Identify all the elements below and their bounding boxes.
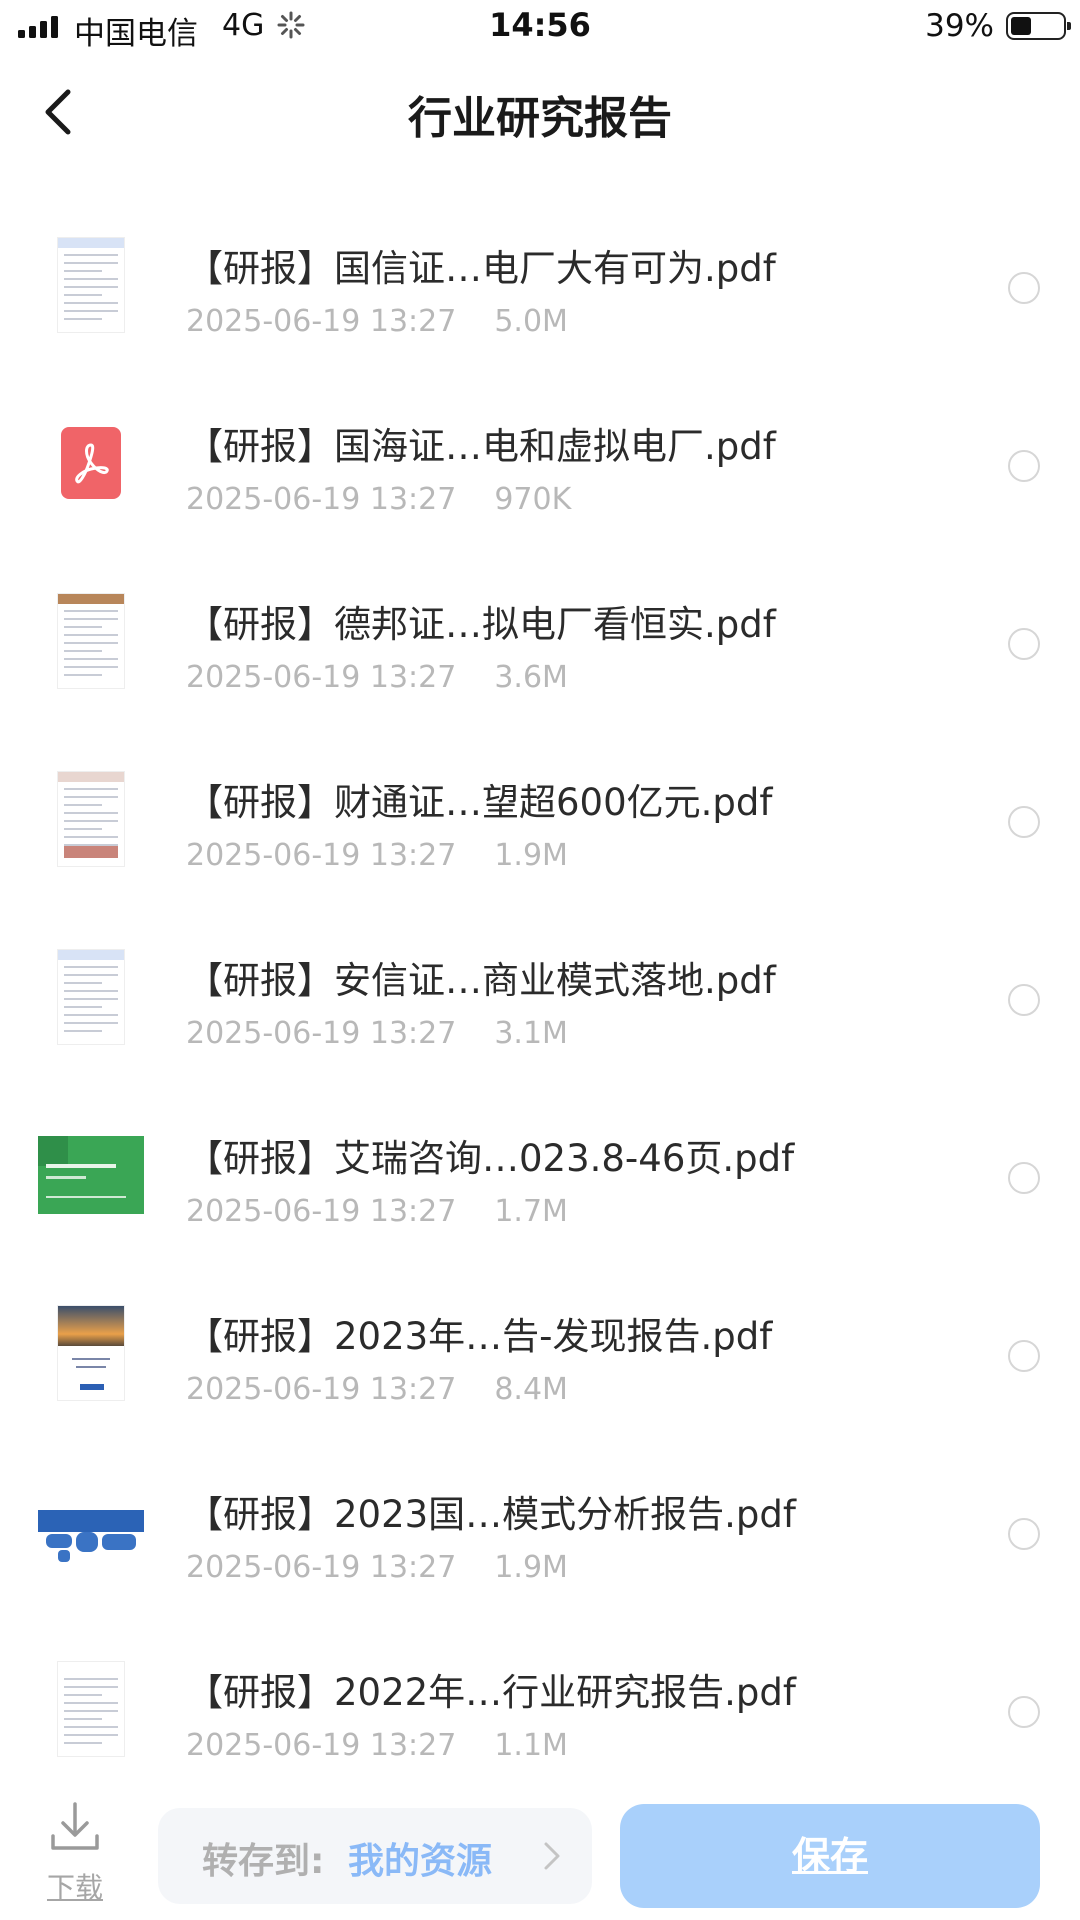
select-radio[interactable] [1008, 628, 1040, 660]
file-thumbnail [57, 1661, 125, 1757]
save-to-selector[interactable]: 转存到: 我的资源 [158, 1808, 592, 1904]
bottom-action-bar: 下载 转存到: 我的资源 保存 [0, 1790, 1080, 1920]
file-name: 【研报】2023年…告-发现报告.pdf [186, 1315, 773, 1358]
select-radio[interactable] [1008, 1518, 1040, 1550]
file-size: 1.1M [494, 1728, 568, 1763]
pdf-file-icon [61, 427, 121, 499]
file-row[interactable]: 【研报】财通证…望超600亿元.pdf 2025-06-19 13:27 1.9M [0, 734, 1080, 912]
file-row[interactable]: 【研报】安信证…商业模式落地.pdf 2025-06-19 13:27 3.1M [0, 912, 1080, 1090]
select-radio[interactable] [1008, 450, 1040, 482]
file-size: 1.7M [494, 1194, 568, 1229]
select-radio[interactable] [1008, 1340, 1040, 1372]
file-name: 【研报】安信证…商业模式落地.pdf [186, 959, 776, 1002]
battery-percent: 39% [925, 8, 994, 44]
select-radio[interactable] [1008, 806, 1040, 838]
file-thumbnail-wrapper [36, 408, 146, 518]
file-thumbnail [57, 593, 125, 689]
file-thumbnail-wrapper [36, 1298, 146, 1408]
save-to-label: 转存到: [202, 1841, 325, 1882]
nav-bar: 行业研究报告 [0, 60, 1080, 160]
file-thumbnail-wrapper [36, 230, 146, 340]
page-title: 行业研究报告 [408, 93, 672, 144]
file-meta: 2025-06-19 13:27 5.0M [186, 304, 568, 339]
file-meta: 2025-06-19 13:27 3.6M [186, 660, 568, 695]
file-name: 【研报】艾瑞咨询…023.8-46页.pdf [186, 1137, 795, 1180]
file-date: 2025-06-19 13:27 [186, 482, 457, 517]
file-name: 【研报】国信证…电厂大有可为.pdf [186, 247, 776, 290]
chevron-right-icon [544, 1842, 560, 1870]
file-thumbnail-wrapper [36, 942, 146, 1052]
file-size: 3.6M [494, 660, 568, 695]
file-meta: 2025-06-19 13:27 970K [186, 482, 571, 517]
file-name: 【研报】2022年…行业研究报告.pdf [186, 1671, 796, 1714]
file-date: 2025-06-19 13:27 [186, 1194, 457, 1229]
download-icon [51, 1802, 99, 1850]
clock: 14:56 [489, 6, 591, 44]
select-radio[interactable] [1008, 272, 1040, 304]
file-size: 8.4M [494, 1372, 568, 1407]
file-thumbnail [38, 1136, 144, 1214]
file-row[interactable]: 【研报】国信证…电厂大有可为.pdf 2025-06-19 13:27 5.0M [0, 200, 1080, 378]
file-list: 【研报】国信证…电厂大有可为.pdf 2025-06-19 13:27 5.0M 【研… [0, 200, 1080, 1802]
file-size: 5.0M [494, 304, 568, 339]
file-meta: 2025-06-19 13:27 1.9M [186, 838, 568, 873]
file-row[interactable]: 【研报】德邦证…拟电厂看恒实.pdf 2025-06-19 13:27 3.6M [0, 556, 1080, 734]
file-name: 【研报】国海证…电和虚拟电厂.pdf [186, 425, 776, 468]
file-meta: 2025-06-19 13:27 1.9M [186, 1550, 568, 1585]
file-date: 2025-06-19 13:27 [186, 660, 457, 695]
download-button[interactable]: 下载 [40, 1790, 110, 1910]
file-thumbnail-wrapper [36, 586, 146, 696]
file-meta: 2025-06-19 13:27 1.1M [186, 1728, 568, 1763]
select-radio[interactable] [1008, 1696, 1040, 1728]
file-row[interactable]: 【研报】2023国…模式分析报告.pdf 2025-06-19 13:27 1.9M [0, 1446, 1080, 1624]
file-meta: 2025-06-19 13:27 1.7M [186, 1194, 568, 1229]
file-row[interactable]: 【研报】国海证…电和虚拟电厂.pdf 2025-06-19 13:27 970K [0, 378, 1080, 556]
file-thumbnail [57, 237, 125, 333]
save-to-target: 我的资源 [348, 1841, 493, 1882]
file-thumbnail [57, 949, 125, 1045]
file-meta: 2025-06-19 13:27 8.4M [186, 1372, 568, 1407]
file-size: 1.9M [494, 1550, 568, 1585]
file-meta: 2025-06-19 13:27 3.1M [186, 1016, 568, 1051]
file-name: 【研报】德邦证…拟电厂看恒实.pdf [186, 603, 776, 646]
file-thumbnail-wrapper [36, 764, 146, 874]
file-date: 2025-06-19 13:27 [186, 1728, 457, 1763]
file-thumbnail-wrapper [36, 1476, 146, 1586]
file-size: 970K [494, 482, 572, 517]
file-date: 2025-06-19 13:27 [186, 1372, 457, 1407]
file-thumbnail [57, 771, 125, 867]
file-date: 2025-06-19 13:27 [186, 304, 457, 339]
save-button[interactable]: 保存 [620, 1804, 1040, 1908]
status-bar: 中国电信 4G 14:56 39% [0, 0, 1080, 56]
file-thumbnail-wrapper [36, 1120, 146, 1230]
select-radio[interactable] [1008, 984, 1040, 1016]
select-radio[interactable] [1008, 1162, 1040, 1194]
file-size: 3.1M [494, 1016, 568, 1051]
battery-icon [1006, 12, 1071, 40]
file-size: 1.9M [494, 838, 568, 873]
file-row[interactable]: 【研报】艾瑞咨询…023.8-46页.pdf 2025-06-19 13:27 1.… [0, 1090, 1080, 1268]
file-row[interactable]: 【研报】2022年…行业研究报告.pdf 2025-06-19 13:27 1.1M [0, 1624, 1080, 1802]
file-date: 2025-06-19 13:27 [186, 838, 457, 873]
file-thumbnail [38, 1492, 144, 1570]
file-row[interactable]: 【研报】2023年…告-发现报告.pdf 2025-06-19 13:27 8.4M [0, 1268, 1080, 1446]
file-name: 【研报】财通证…望超600亿元.pdf [186, 781, 773, 824]
file-name: 【研报】2023国…模式分析报告.pdf [186, 1493, 796, 1536]
file-thumbnail [57, 1305, 125, 1401]
file-date: 2025-06-19 13:27 [186, 1550, 457, 1585]
file-thumbnail-wrapper [36, 1654, 146, 1764]
download-label: 下载 [46, 1871, 103, 1904]
file-date: 2025-06-19 13:27 [186, 1016, 457, 1051]
